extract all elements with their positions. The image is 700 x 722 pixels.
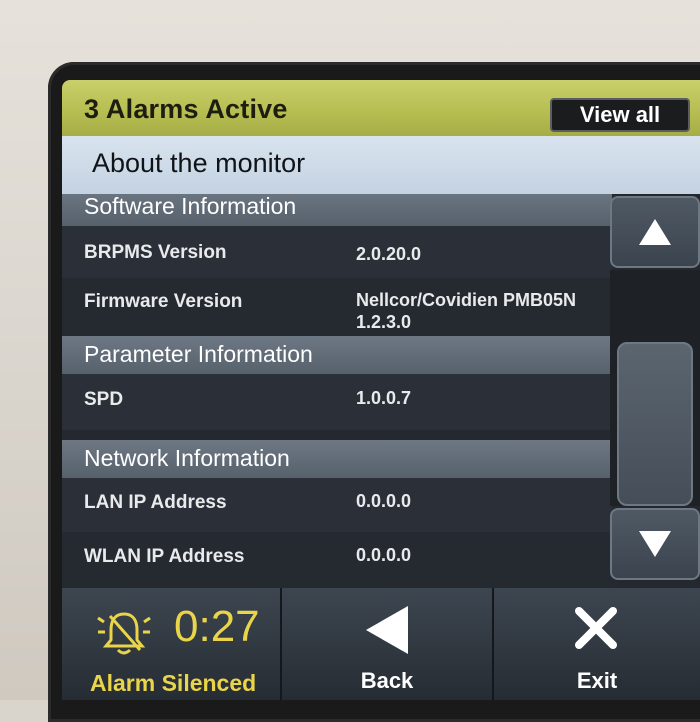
section-header-software: Software Information: [62, 194, 612, 226]
info-row-value: 0.0.0.0: [356, 491, 412, 511]
alarm-bar: 3 Alarms Active View all: [62, 80, 700, 136]
info-row-label: WLAN IP Address: [84, 546, 245, 567]
info-row: Firmware Version Nellcor/Covidien PMB05N…: [62, 278, 612, 336]
left-triangle-icon: [366, 606, 408, 654]
info-row-value: 2.0.20.0: [356, 244, 422, 264]
section-header-label: Network Information: [84, 445, 290, 471]
exit-button[interactable]: Exit: [494, 588, 700, 700]
back-button-label: Back: [360, 668, 414, 693]
page-title: About the monitor: [92, 148, 306, 178]
info-row-label: Firmware Version: [84, 291, 243, 312]
monitor-device: 3 Alarms Active View all About the monit…: [0, 0, 700, 722]
exit-button-label: Exit: [576, 668, 618, 693]
triangle-up-icon: [639, 219, 671, 245]
info-row: BRPMS Version 2.0.20.0: [62, 226, 612, 278]
section-header-parameter: Parameter Information: [62, 336, 612, 374]
alarm-silenced-bell-icon: [97, 612, 151, 655]
info-row-label: SPD: [84, 389, 124, 410]
view-all-button[interactable]: View all: [550, 98, 690, 132]
info-row-value: 0.0.0.0: [356, 545, 412, 565]
alarm-status-label: Alarm Silenced: [90, 670, 257, 696]
alarm-silence-button[interactable]: 0:27 Alarm Silenced: [62, 588, 282, 700]
info-row-label: LAN IP Address: [84, 492, 227, 513]
section-header-label: Parameter Information: [84, 341, 313, 367]
monitor-screen: 3 Alarms Active View all About the monit…: [62, 80, 700, 700]
page-title-bar: About the monitor: [62, 136, 700, 194]
alarm-count-title: 3 Alarms Active: [84, 94, 288, 124]
scroll-down-button[interactable]: [610, 508, 700, 580]
alarm-timer: 0:27: [174, 602, 260, 651]
info-row-label: BRPMS Version: [84, 242, 227, 263]
triangle-down-icon: [639, 531, 671, 557]
back-button[interactable]: Back: [282, 588, 494, 700]
section-header-network: Network Information: [62, 440, 612, 478]
x-icon: [575, 607, 617, 649]
bottom-bar: 0:27 Alarm Silenced Back Exit: [62, 588, 700, 700]
info-row-value: Nellcor/Covidien PMB05N 1.2.3.0: [356, 290, 577, 332]
scroll-up-button[interactable]: [610, 196, 700, 268]
info-row-value: 1.0.0.7: [356, 388, 412, 408]
info-row: SPD 1.0.0.7: [62, 374, 612, 430]
scroll-thumb[interactable]: [617, 342, 693, 506]
section-header-label: Software Information: [84, 194, 297, 219]
info-list: Software Information BRPMS Version 2.0.2…: [62, 194, 612, 588]
info-row: LAN IP Address 0.0.0.0: [62, 478, 612, 532]
info-row: WLAN IP Address 0.0.0.0: [62, 532, 612, 588]
